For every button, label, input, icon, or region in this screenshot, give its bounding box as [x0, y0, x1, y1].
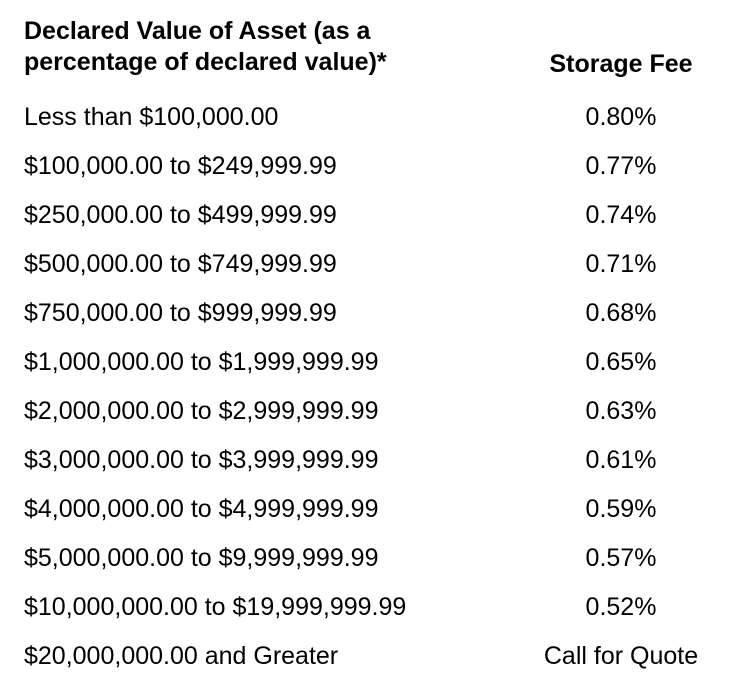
storage-fee-cell: 0.65%: [516, 348, 726, 377]
storage-fee-cell: Call for Quote: [516, 642, 726, 671]
declared-value-cell: $2,000,000.00 to $2,999,999.99: [24, 397, 516, 426]
storage-fee-cell: 0.57%: [516, 544, 726, 573]
declared-value-cell: $5,000,000.00 to $9,999,999.99: [24, 544, 516, 573]
table-row: $20,000,000.00 and GreaterCall for Quote: [24, 632, 726, 681]
declared-value-cell: $20,000,000.00 and Greater: [24, 642, 516, 671]
storage-fee-cell: 0.52%: [516, 593, 726, 622]
storage-fee-cell: 0.59%: [516, 495, 726, 524]
storage-fee-table: Declared Value of Asset (as a percentage…: [24, 16, 726, 681]
storage-fee-cell: 0.61%: [516, 446, 726, 475]
declared-value-cell: $250,000.00 to $499,999.99: [24, 201, 516, 230]
storage-fee-cell: 0.80%: [516, 103, 726, 132]
storage-fee-cell: 0.63%: [516, 397, 726, 426]
table-row: $10,000,000.00 to $19,999,999.990.52%: [24, 583, 726, 632]
storage-fee-cell: 0.71%: [516, 250, 726, 279]
declared-value-cell: Less than $100,000.00: [24, 103, 516, 132]
declared-value-cell: $750,000.00 to $999,999.99: [24, 299, 516, 328]
table-row: $3,000,000.00 to $3,999,999.990.61%: [24, 436, 726, 485]
declared-value-cell: $1,000,000.00 to $1,999,999.99: [24, 348, 516, 377]
table-row: $4,000,000.00 to $4,999,999.990.59%: [24, 485, 726, 534]
table-header-row: Declared Value of Asset (as a percentage…: [24, 16, 726, 79]
table-row: $750,000.00 to $999,999.990.68%: [24, 289, 726, 338]
declared-value-cell: $4,000,000.00 to $4,999,999.99: [24, 495, 516, 524]
declared-value-cell: $3,000,000.00 to $3,999,999.99: [24, 446, 516, 475]
table-row: $500,000.00 to $749,999.990.71%: [24, 240, 726, 289]
table-body: Less than $100,000.000.80%$100,000.00 to…: [24, 93, 726, 681]
storage-fee-cell: 0.68%: [516, 299, 726, 328]
table-row: $1,000,000.00 to $1,999,999.990.65%: [24, 338, 726, 387]
table-row: $2,000,000.00 to $2,999,999.990.63%: [24, 387, 726, 436]
declared-value-cell: $10,000,000.00 to $19,999,999.99: [24, 593, 516, 622]
header-storage-fee: Storage Fee: [516, 50, 726, 79]
declared-value-cell: $100,000.00 to $249,999.99: [24, 152, 516, 181]
declared-value-cell: $500,000.00 to $749,999.99: [24, 250, 516, 279]
storage-fee-cell: 0.74%: [516, 201, 726, 230]
storage-fee-cell: 0.77%: [516, 152, 726, 181]
table-row: $100,000.00 to $249,999.990.77%: [24, 142, 726, 191]
table-row: $250,000.00 to $499,999.990.74%: [24, 191, 726, 240]
header-declared-value: Declared Value of Asset (as a percentage…: [24, 16, 516, 79]
table-row: $5,000,000.00 to $9,999,999.990.57%: [24, 534, 726, 583]
table-row: Less than $100,000.000.80%: [24, 93, 726, 142]
